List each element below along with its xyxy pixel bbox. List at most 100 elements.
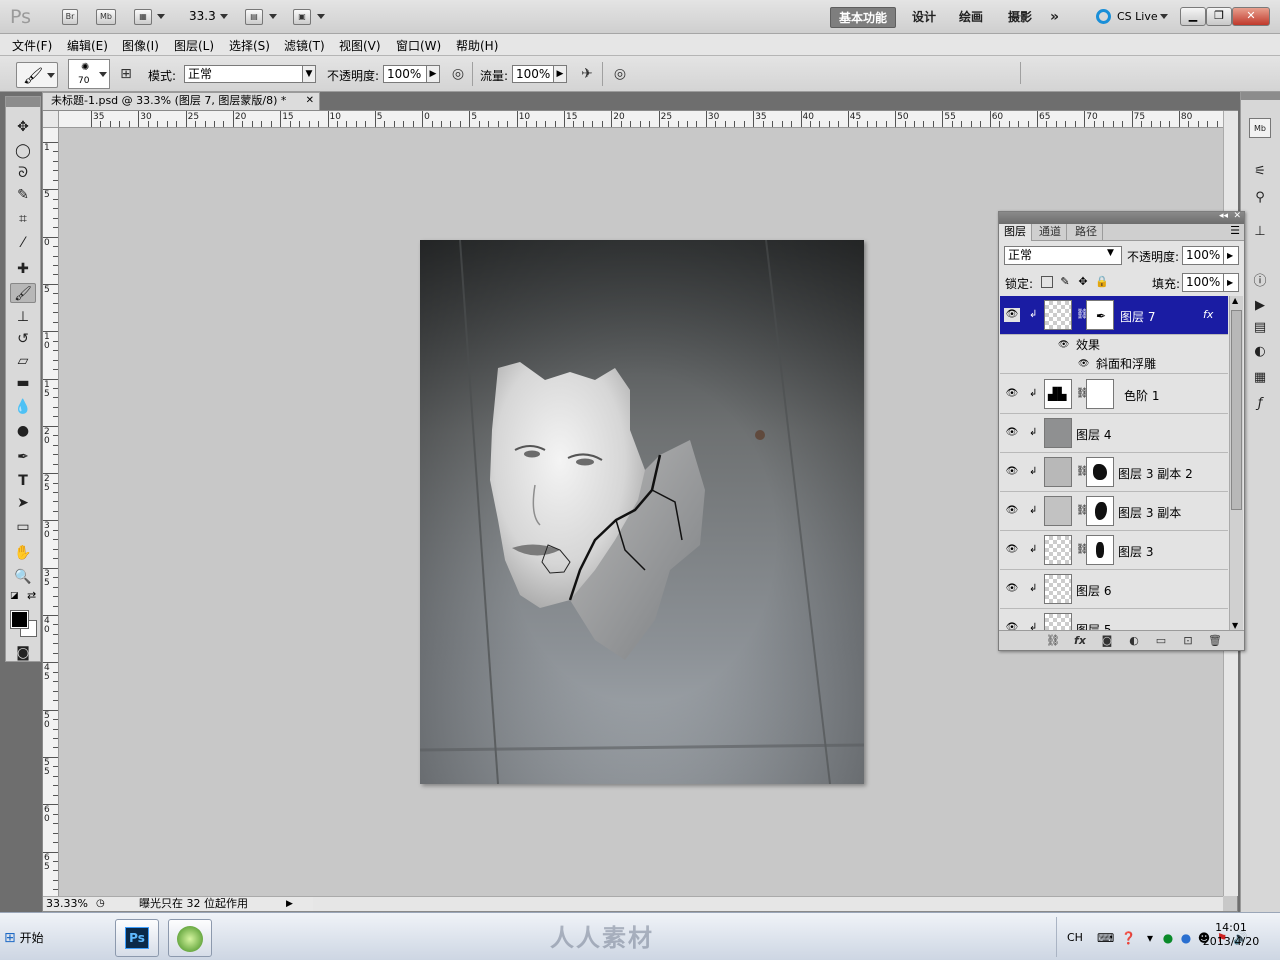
blend-mode-select[interactable]: 正常 — [1004, 246, 1122, 265]
menu-layer[interactable]: 图层(L) — [174, 37, 214, 54]
bevel-effect-row[interactable]: 👁 斜面和浮雕 — [1000, 355, 1228, 374]
link-layers-icon[interactable]: ⛓ — [1044, 633, 1062, 649]
clone-stamp-tool-icon[interactable]: ⊥ — [10, 307, 36, 327]
arrange-documents-icon[interactable]: ▤ — [245, 9, 263, 25]
layer-mask-thumbnail[interactable] — [1086, 379, 1114, 409]
crop-tool-icon[interactable]: ⌗ — [10, 209, 36, 229]
visibility-eye-icon[interactable]: 👁 — [1004, 387, 1020, 401]
layer-name[interactable]: 图层 5 — [1076, 621, 1111, 630]
layer-name[interactable]: 色阶 1 — [1124, 387, 1159, 404]
collapse-icon[interactable]: ◂◂ — [1219, 211, 1228, 221]
menu-select[interactable]: 选择(S) — [229, 37, 270, 54]
minibridge-panel-icon[interactable]: Mb — [1249, 118, 1271, 138]
tool-preset-picker[interactable]: 🖌 — [16, 62, 58, 88]
dodge-tool-icon[interactable]: ● — [10, 421, 36, 441]
layer-thumbnail[interactable] — [1044, 496, 1072, 526]
levels-adjustment-icon[interactable]: ▟▙ — [1044, 379, 1072, 409]
menu-window[interactable]: 窗口(W) — [396, 37, 441, 54]
document-canvas[interactable] — [419, 239, 865, 785]
horizontal-ruler[interactable]: 35 30 25 20 15 10 5 0 5 10 15 20 25 30 35 40 45 50 55 60 65 7… — [59, 111, 1223, 128]
flow-slider-button[interactable]: ▶ — [553, 65, 567, 83]
swap-colors-icon[interactable]: ⇄ — [27, 589, 36, 602]
visibility-eye-icon[interactable]: 👁 — [1004, 543, 1020, 557]
mode-select[interactable]: 正常 — [184, 65, 316, 83]
layer-row[interactable]: 👁 ↲ ⛓ 图层 3 — [1000, 531, 1228, 570]
layer-mask-thumbnail[interactable] — [1086, 535, 1114, 565]
fx-badge[interactable]: fx — [1203, 308, 1213, 321]
dock-grip[interactable] — [1241, 92, 1280, 100]
chevron-down-icon[interactable] — [157, 14, 165, 19]
cslive-button[interactable]: CS Live — [1117, 10, 1158, 23]
layer-row[interactable]: 👁 ↲ 图层 5 — [1000, 609, 1228, 630]
type-tool-icon[interactable]: T — [10, 471, 36, 491]
workspace-painting[interactable]: 绘画 — [951, 7, 991, 28]
menu-file[interactable]: 文件(F) — [12, 37, 52, 54]
vertical-ruler[interactable]: 1 5 0 5 1 0 1 5 2 0 2 5 3 0 3 5 4 0 4 5 5 0 5 5 6 0 6 5 — [43, 128, 59, 896]
network-icon[interactable]: ● — [1161, 931, 1175, 945]
healing-brush-tool-icon[interactable]: ✚ — [10, 259, 36, 279]
layer-thumbnail[interactable] — [1044, 613, 1072, 630]
minimize-button[interactable]: ▁ — [1180, 7, 1206, 26]
opacity-slider-button[interactable]: ▶ — [426, 65, 440, 83]
browser-task-button[interactable] — [168, 919, 212, 957]
lock-transparency-icon[interactable] — [1041, 276, 1053, 288]
layer-row[interactable]: 👁 ↲ 图层 4 — [1000, 414, 1228, 453]
photoshop-task-button[interactable]: Ps — [115, 919, 159, 957]
airbrush-icon[interactable]: ✈ — [577, 65, 597, 83]
status-info-icon[interactable]: ◷ — [96, 897, 105, 911]
eraser-tool-icon[interactable]: ▱ — [10, 351, 36, 371]
lock-position-icon[interactable]: ✥ — [1077, 276, 1089, 288]
scroll-down-icon[interactable]: ▼ — [1232, 621, 1238, 630]
delete-layer-icon[interactable]: 🗑 — [1206, 633, 1224, 649]
close-icon[interactable]: ✕ — [1233, 211, 1241, 221]
info-panel-icon[interactable]: ⓘ — [1249, 272, 1271, 292]
shape-tool-icon[interactable]: ▭ — [10, 517, 36, 537]
menu-image[interactable]: 图像(I) — [122, 37, 159, 54]
quick-mask-icon[interactable]: ◙ — [10, 643, 36, 663]
visibility-eye-icon[interactable]: 👁 — [1004, 426, 1020, 440]
brush-preset-picker[interactable]: ✺ 70 — [68, 59, 110, 89]
menu-edit[interactable]: 编辑(E) — [67, 37, 108, 54]
pen-tool-icon[interactable]: ✒ — [10, 447, 36, 467]
quick-selection-tool-icon[interactable]: ✎ — [10, 185, 36, 205]
lock-pixels-icon[interactable]: ✎ — [1059, 276, 1071, 288]
close-tab-icon[interactable]: ✕ — [306, 93, 314, 109]
new-layer-icon[interactable]: ⊡ — [1179, 633, 1197, 649]
layer-row[interactable]: 👁 ↲ 图层 6 — [1000, 570, 1228, 609]
hand-tool-icon[interactable]: ✋ — [10, 543, 36, 563]
panel-grip[interactable] — [6, 97, 40, 107]
swatches-panel-icon[interactable]: ▦ — [1249, 368, 1271, 388]
brush-tool-icon[interactable]: 🖌 — [10, 283, 36, 303]
language-indicator[interactable]: CH — [1067, 931, 1083, 944]
layer-name[interactable]: 图层 3 副本 — [1118, 504, 1181, 521]
visibility-eye-icon[interactable]: 👁 — [1004, 582, 1020, 596]
move-tool-icon[interactable]: ✥ — [10, 117, 36, 137]
opacity-slider-button[interactable]: ▶ — [1223, 246, 1239, 265]
color-panel-icon[interactable]: ◐ — [1249, 342, 1271, 362]
new-group-icon[interactable]: ▭ — [1152, 633, 1170, 649]
adjustment-layer-icon[interactable]: ◐ — [1125, 633, 1143, 649]
zoom-tool-icon[interactable]: 🔍 — [10, 567, 36, 587]
blur-tool-icon[interactable]: 💧 — [10, 397, 36, 417]
visibility-eye-icon[interactable]: 👁 — [1004, 504, 1020, 518]
screen-mode-icon[interactable]: ▣ — [293, 9, 311, 25]
history-brush-tool-icon[interactable]: ↺ — [10, 329, 36, 349]
chevron-down-icon[interactable] — [220, 14, 228, 19]
layer-row[interactable]: 👁 ↲ ⛓ 图层 3 副本 — [1000, 492, 1228, 531]
layer-name[interactable]: 图层 6 — [1076, 582, 1111, 599]
add-mask-icon[interactable]: ◙ — [1098, 633, 1116, 649]
layers-scrollbar[interactable]: ▲ ▼ — [1229, 296, 1243, 630]
scroll-thumb[interactable] — [1231, 310, 1242, 510]
history-panel-icon[interactable]: ▤ — [1249, 318, 1271, 338]
menu-filter[interactable]: 滤镜(T) — [284, 37, 325, 54]
flow-field[interactable]: 100% — [512, 65, 554, 83]
status-menu-arrow[interactable]: ▶ — [286, 897, 293, 911]
layer-thumbnail[interactable] — [1044, 300, 1072, 330]
chevron-down-icon[interactable] — [269, 14, 277, 19]
chevron-down-icon[interactable] — [317, 14, 325, 19]
foreground-color-swatch[interactable] — [10, 610, 29, 629]
lasso-tool-icon[interactable]: ᘐ — [10, 163, 36, 183]
actions-panel-icon[interactable]: ▶ — [1249, 296, 1271, 316]
zoom-level[interactable]: 33.3 — [189, 9, 216, 23]
system-clock[interactable]: 14:01 2013/4/20 — [1200, 921, 1262, 949]
